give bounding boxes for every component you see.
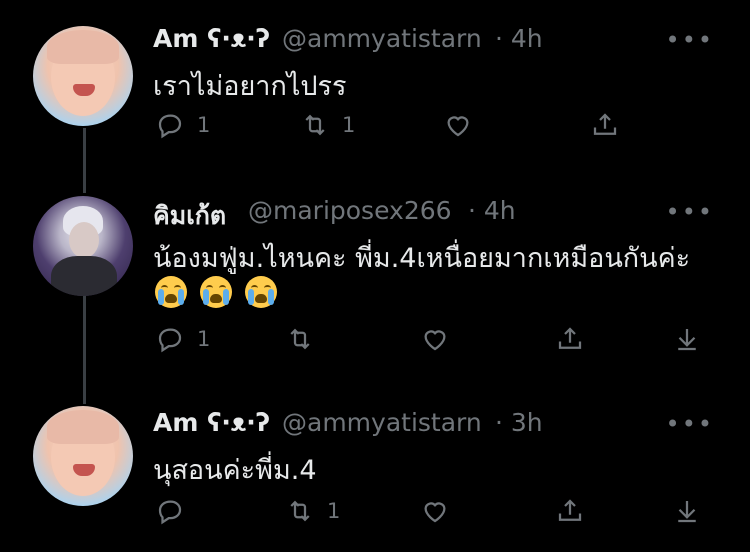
arrow-down-icon	[678, 501, 696, 523]
retweet-button[interactable]: 1	[285, 496, 340, 526]
reply-button[interactable]	[155, 496, 197, 526]
timestamp[interactable]: · 3h	[495, 408, 543, 437]
heart-icon	[447, 116, 469, 137]
like-button[interactable]	[443, 110, 485, 140]
share-icon	[558, 327, 582, 349]
retweet-button[interactable]	[285, 324, 327, 354]
share-button[interactable]	[555, 496, 585, 526]
loudly-crying-face-icon	[245, 276, 278, 308]
tweet-text: นุสอนค่ะพี่ม.4	[153, 455, 317, 486]
tweet-actions: 1	[0, 324, 750, 364]
retweet-icon	[290, 500, 310, 522]
download-button[interactable]	[672, 496, 702, 526]
like-button[interactable]	[420, 324, 462, 354]
tweet-text: น้องมฟู่ม.ไหนคะ พี่ม.4เหนื่อยมากเหมือนกั…	[153, 243, 691, 274]
reply-button[interactable]: 1	[155, 110, 210, 140]
more-options-icon[interactable]: •••	[666, 26, 714, 54]
emoji-row	[155, 276, 285, 308]
reply-icon	[158, 114, 182, 139]
avatar[interactable]	[33, 196, 133, 296]
handle[interactable]: @ammyatistarn	[282, 24, 482, 53]
more-options-icon[interactable]: •••	[666, 198, 714, 226]
loudly-crying-face-icon	[200, 276, 233, 308]
tweet[interactable]: คิมเก้ต @mariposex266 · 4h ••• น้องมฟู่ม…	[0, 170, 750, 380]
like-button[interactable]	[420, 496, 462, 526]
heart-icon	[424, 330, 446, 351]
timestamp[interactable]: · 4h	[468, 196, 516, 225]
download-button[interactable]	[672, 324, 702, 354]
avatar-hair	[47, 410, 119, 444]
display-name[interactable]: คิมเก้ต	[153, 196, 226, 236]
loudly-crying-face-icon	[155, 276, 187, 308]
tweet-text: เราไม่อยากไปรร	[153, 71, 347, 102]
reply-icon	[158, 328, 182, 353]
tweet[interactable]: Am ʕ·ᴥ·ʔ @ammyatistarn · 3h ••• นุสอนค่ะ…	[0, 380, 750, 552]
reply-count: 1	[197, 327, 211, 351]
avatar-body	[51, 256, 117, 296]
reply-count: 1	[197, 113, 211, 137]
arrow-down-icon	[678, 329, 696, 351]
avatar-hair	[47, 30, 119, 64]
retweet-count: 1	[327, 499, 341, 523]
handle[interactable]: @ammyatistarn	[282, 408, 482, 437]
share-button[interactable]	[590, 110, 620, 140]
avatar[interactable]	[33, 406, 133, 506]
display-name[interactable]: Am ʕ·ᴥ·ʔ	[153, 24, 270, 54]
retweet-icon	[290, 328, 310, 350]
avatar-face	[69, 222, 99, 258]
share-icon	[593, 113, 617, 135]
handle[interactable]: @mariposex266	[248, 196, 452, 225]
display-name[interactable]: Am ʕ·ᴥ·ʔ	[153, 408, 270, 438]
reply-button[interactable]: 1	[155, 324, 210, 354]
timestamp[interactable]: · 4h	[495, 24, 543, 53]
tweet-actions: 1	[0, 496, 750, 536]
share-button[interactable]	[555, 324, 585, 354]
retweet-button[interactable]: 1	[300, 110, 355, 140]
share-icon	[558, 499, 582, 521]
tweet[interactable]: Am ʕ·ᴥ·ʔ @ammyatistarn · 4h ••• เราไม่อย…	[0, 0, 750, 170]
more-options-icon[interactable]: •••	[666, 410, 714, 438]
reply-icon	[158, 500, 182, 525]
retweet-count: 1	[342, 113, 356, 137]
heart-icon	[424, 502, 446, 523]
tweet-actions: 1 1	[0, 110, 750, 150]
retweet-icon	[305, 114, 325, 136]
